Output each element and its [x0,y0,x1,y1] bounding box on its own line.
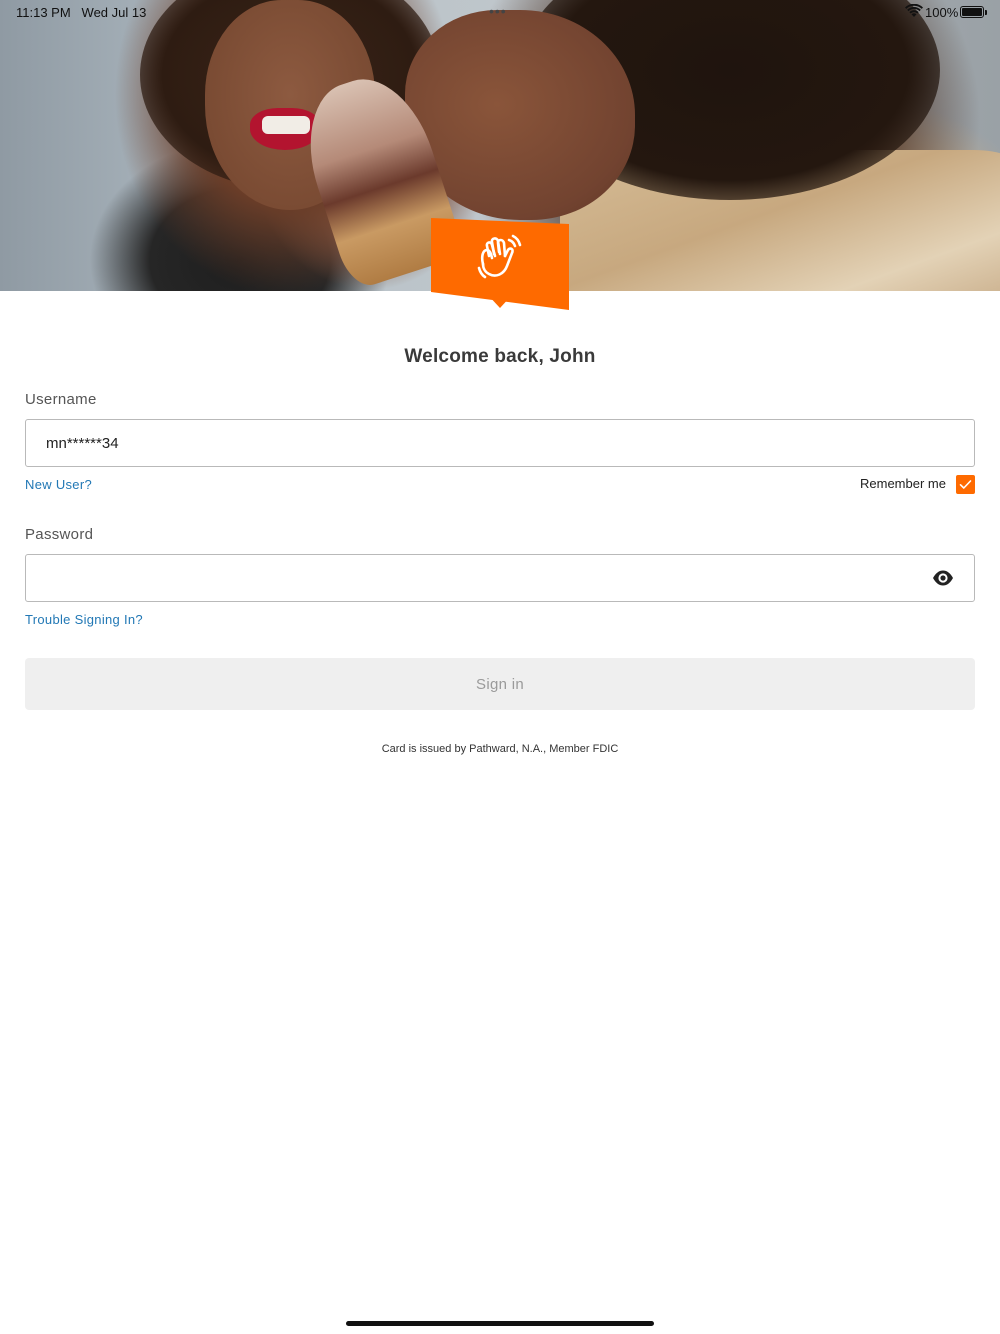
multitasking-dots-icon[interactable]: ••• [489,3,507,19]
password-label: Password [25,526,94,543]
battery-percent: 100% [925,5,959,20]
disclaimer-text: Card is issued by Pathward, N.A., Member… [381,743,619,755]
battery-icon [960,6,984,18]
welcome-heading: Welcome back, John [404,346,596,367]
remember-me-checkbox[interactable] [956,475,975,494]
battery-cap [985,10,987,15]
status-bar: 11:13 PM Wed Jul 13 ••• 100% [0,0,1000,24]
password-field[interactable] [25,554,975,602]
checkmark-icon [959,480,972,489]
username-label: Username [25,391,97,408]
new-user-link[interactable]: New User? [25,477,92,492]
hero-photo-part [262,116,310,134]
sign-in-button[interactable]: Sign in [25,658,975,710]
remember-me-label: Remember me [860,476,946,491]
wifi-icon [905,4,923,17]
username-value: mn******34 [46,434,119,452]
username-field[interactable]: mn******34 [25,419,975,467]
waving-hand-badge [431,218,569,310]
status-time: 11:13 PM Wed Jul 13 [16,5,147,20]
home-indicator[interactable] [346,1321,654,1326]
eye-icon[interactable] [932,569,954,587]
trouble-signing-in-link[interactable]: Trouble Signing In? [25,612,143,627]
